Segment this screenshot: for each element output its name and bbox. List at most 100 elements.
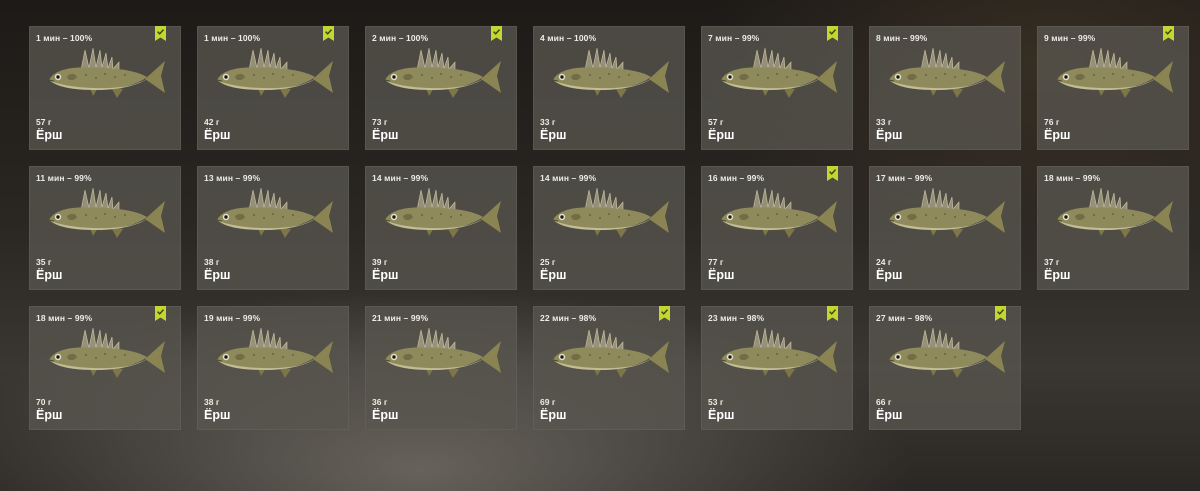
catch-time: 4 мин – 100% [540,33,597,43]
catch-card[interactable]: 14 мин – 99% 25 г Ёрш [533,166,685,290]
bookmark-check-icon [1163,26,1174,41]
catch-time: 16 мин – 99% [708,173,765,183]
ruffe-fish-icon [384,327,501,378]
catch-card[interactable]: 23 мин – 98% 53 г Ёрш [701,306,853,430]
fish-name: Ёрш [876,268,903,282]
catch-time: 13 мин – 99% [204,173,261,183]
bookmark-check-icon [827,306,838,321]
catch-card[interactable]: 16 мин – 99% 77 г Ёрш [701,166,853,290]
catch-weight: 42 г [204,117,220,127]
catch-time: 9 мин – 99% [1044,33,1096,43]
bookmark-check-icon [323,26,334,41]
catch-card[interactable]: 19 мин – 99% 38 г Ёрш [197,306,349,430]
catch-weight: 38 г [204,397,220,407]
fish-name: Ёрш [1044,268,1071,282]
catch-weight: 37 г [1044,257,1060,267]
ruffe-fish-icon [1056,187,1173,238]
catch-card[interactable]: 9 мин – 99% 76 г Ёрш [1037,26,1189,150]
catch-card[interactable]: 13 мин – 99% 38 г Ёрш [197,166,349,290]
ruffe-fish-icon [384,47,501,98]
fish-name: Ёрш [540,128,567,142]
fish-name: Ёрш [708,268,735,282]
catch-time: 8 мин – 99% [876,33,928,43]
catch-time: 19 мин – 99% [204,313,261,323]
fish-name: Ёрш [36,408,63,422]
catch-time: 18 мин – 99% [36,313,93,323]
ruffe-fish-icon [720,47,837,98]
bookmark-check-icon [827,166,838,181]
catch-card[interactable]: 11 мин – 99% 35 г Ёрш [29,166,181,290]
fish-name: Ёрш [36,128,63,142]
fish-name: Ёрш [876,408,903,422]
catch-card[interactable]: 14 мин – 99% 39 г Ёрш [365,166,517,290]
catch-card[interactable]: 21 мин – 99% 36 г Ёрш [365,306,517,430]
catch-card[interactable]: 18 мин – 99% 37 г Ёрш [1037,166,1189,290]
fish-name: Ёрш [708,408,735,422]
catch-card[interactable]: 17 мин – 99% 24 г Ёрш [869,166,1021,290]
bookmark-check-icon [827,26,838,41]
ruffe-fish-icon [216,47,333,98]
bookmark-check-icon [491,26,502,41]
ruffe-fish-icon [48,47,165,98]
catch-card[interactable]: 7 мин – 99% 57 г Ёрш [701,26,853,150]
catch-weight: 70 г [36,397,52,407]
catch-weight: 53 г [708,397,724,407]
catch-card[interactable]: 22 мин – 98% 69 г Ёрш [533,306,685,430]
catch-weight: 66 г [876,397,892,407]
catch-weight: 77 г [708,257,724,267]
catch-card[interactable]: 18 мин – 99% 70 г Ёрш [29,306,181,430]
catch-weight: 57 г [36,117,52,127]
fish-name: Ёрш [36,268,63,282]
catch-time: 23 мин – 98% [708,313,765,323]
catch-weight: 57 г [708,117,724,127]
ruffe-fish-icon [384,187,501,238]
fish-name: Ёрш [540,268,567,282]
bookmark-check-icon [155,26,166,41]
fish-name: Ёрш [204,268,231,282]
fish-name: Ёрш [708,128,735,142]
catch-weight: 33 г [540,117,556,127]
catch-card[interactable]: 4 мин – 100% 33 г Ёрш [533,26,685,150]
catch-card[interactable]: 1 мин – 100% 57 г Ёрш [29,26,181,150]
catch-weight: 25 г [540,257,556,267]
ruffe-fish-icon [720,187,837,238]
catch-card[interactable]: 2 мин – 100% 73 г Ёрш [365,26,517,150]
catch-time: 2 мин – 100% [372,33,429,43]
ruffe-fish-icon [720,327,837,378]
catch-time: 21 мин – 99% [372,313,429,323]
ruffe-fish-icon [216,327,333,378]
ruffe-fish-icon [552,327,669,378]
ruffe-fish-icon [1056,47,1173,98]
catch-weight: 76 г [1044,117,1060,127]
fish-name: Ёрш [540,408,567,422]
fish-name: Ёрш [1044,128,1071,142]
catch-time: 1 мин – 100% [36,33,93,43]
ruffe-fish-icon [48,327,165,378]
ruffe-fish-icon [216,187,333,238]
ruffe-fish-icon [888,47,1005,98]
catch-weight: 39 г [372,257,388,267]
catch-time: 14 мин – 99% [372,173,429,183]
catch-time: 18 мин – 99% [1044,173,1101,183]
catch-grid: 1 мин – 100% 57 г Ёрш 1 мин – 100% 42 г … [29,26,1189,430]
catch-card[interactable]: 8 мин – 99% 33 г Ёрш [869,26,1021,150]
catch-time: 14 мин – 99% [540,173,597,183]
fish-name: Ёрш [876,128,903,142]
bookmark-check-icon [155,306,166,321]
bookmark-check-icon [659,306,670,321]
catch-weight: 33 г [876,117,892,127]
catch-weight: 38 г [204,257,220,267]
catch-weight: 24 г [876,257,892,267]
catch-card[interactable]: 1 мин – 100% 42 г Ёрш [197,26,349,150]
fish-name: Ёрш [204,128,231,142]
ruffe-fish-icon [552,47,669,98]
fish-name: Ёрш [372,268,399,282]
ruffe-fish-icon [552,187,669,238]
fish-name: Ёрш [372,408,399,422]
catch-time: 1 мин – 100% [204,33,261,43]
catch-card[interactable]: 27 мин – 98% 66 г Ёрш [869,306,1021,430]
catch-weight: 36 г [372,397,388,407]
catch-time: 27 мин – 98% [876,313,933,323]
catch-weight: 35 г [36,257,52,267]
bookmark-check-icon [995,306,1006,321]
